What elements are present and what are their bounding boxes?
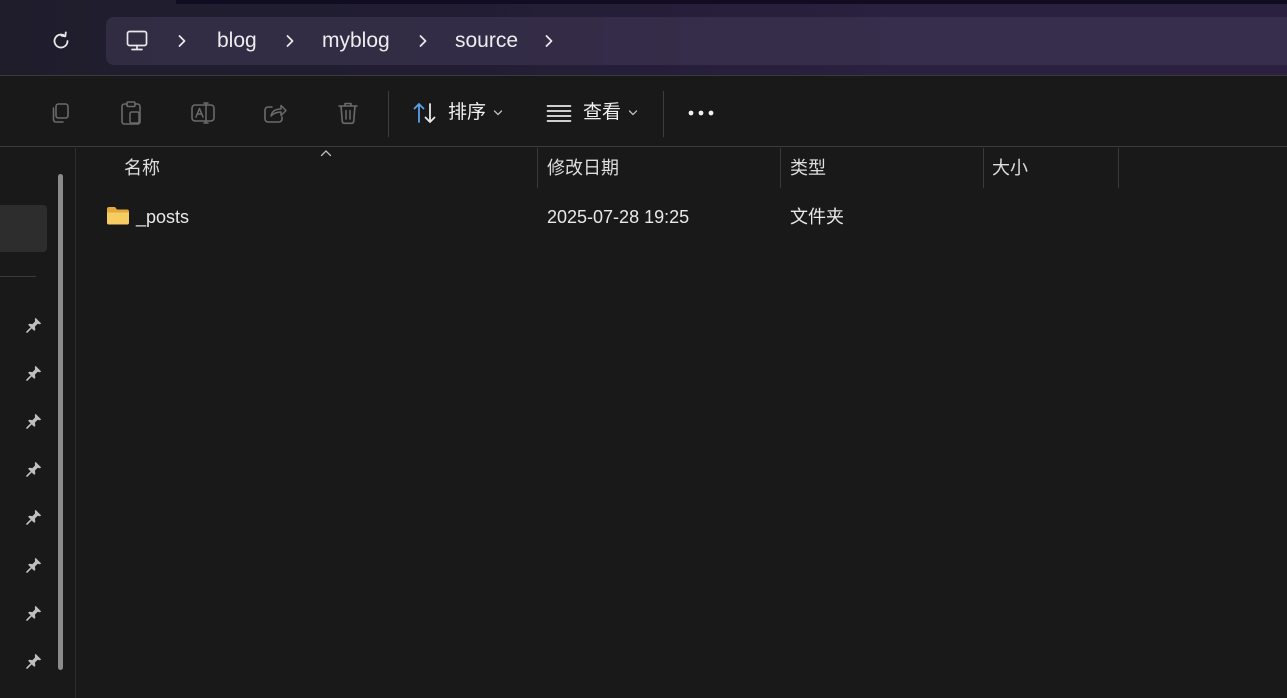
delete-icon bbox=[338, 102, 358, 125]
sort-label: 排序 bbox=[448, 102, 487, 123]
pin-icon[interactable] bbox=[24, 603, 44, 623]
nav-item-selected[interactable] bbox=[0, 205, 47, 252]
rename-button[interactable] bbox=[185, 95, 221, 131]
nav-scrollbar[interactable] bbox=[58, 174, 63, 670]
rename-icon bbox=[191, 102, 215, 124]
paste-button[interactable] bbox=[113, 95, 149, 131]
column-divider[interactable] bbox=[983, 148, 984, 188]
pin-icon[interactable] bbox=[24, 459, 44, 479]
chevron-right-icon[interactable] bbox=[539, 31, 559, 51]
delete-button[interactable] bbox=[330, 95, 366, 131]
more-icon bbox=[688, 110, 714, 116]
chevron-right-icon[interactable] bbox=[413, 31, 433, 51]
column-header-type[interactable]: 类型 bbox=[790, 148, 826, 188]
pin-icon[interactable] bbox=[24, 507, 44, 527]
paste-icon bbox=[121, 101, 141, 125]
computer-icon bbox=[126, 30, 148, 51]
sort-button[interactable]: 排序 bbox=[404, 91, 514, 135]
chevron-right-icon[interactable] bbox=[280, 31, 300, 51]
address-region: blog myblog source bbox=[0, 0, 1287, 76]
column-divider[interactable] bbox=[1118, 148, 1119, 188]
column-header-size[interactable]: 大小 bbox=[992, 148, 1028, 188]
file-type: 文件夹 bbox=[790, 207, 844, 227]
column-divider[interactable] bbox=[537, 148, 538, 188]
file-row[interactable]: _posts 2025-07-28 19:25 文件夹 bbox=[97, 196, 1277, 236]
pin-icon[interactable] bbox=[24, 651, 44, 671]
chevron-down-icon bbox=[628, 110, 638, 116]
breadcrumb-source[interactable]: source bbox=[455, 29, 518, 53]
pin-icon[interactable] bbox=[24, 411, 44, 431]
column-header-modified[interactable]: 修改日期 bbox=[547, 148, 619, 188]
file-name: _posts bbox=[136, 207, 190, 227]
refresh-icon bbox=[53, 31, 69, 49]
toolbar-divider bbox=[663, 91, 664, 137]
folder-icon bbox=[107, 207, 129, 225]
column-divider[interactable] bbox=[780, 148, 781, 188]
nav-divider bbox=[0, 276, 36, 277]
chevron-right-icon[interactable] bbox=[172, 31, 192, 51]
navigation-pane bbox=[0, 148, 76, 698]
view-list-icon bbox=[546, 105, 572, 122]
sort-icon bbox=[413, 103, 436, 123]
view-label: 查看 bbox=[583, 102, 622, 123]
breadcrumb-myblog[interactable]: myblog bbox=[322, 29, 390, 53]
pin-icon[interactable] bbox=[24, 315, 44, 335]
refresh-button[interactable] bbox=[44, 24, 78, 58]
file-list: 名称 修改日期 类型 大小 _posts 2025-07-28 19:25 文件… bbox=[77, 148, 1287, 698]
window-top-strip bbox=[176, 0, 1287, 4]
breadcrumb-blog[interactable]: blog bbox=[217, 29, 257, 53]
chevron-down-icon bbox=[493, 110, 503, 116]
share-button[interactable] bbox=[257, 95, 293, 131]
copy-button[interactable] bbox=[42, 95, 78, 131]
copy-icon bbox=[52, 103, 69, 123]
address-bar[interactable]: blog myblog source bbox=[106, 17, 1287, 65]
view-button[interactable]: 查看 bbox=[538, 91, 648, 135]
sort-ascending-icon bbox=[320, 150, 332, 157]
more-options-button[interactable] bbox=[683, 95, 719, 131]
share-icon bbox=[264, 104, 287, 123]
pin-icon[interactable] bbox=[24, 555, 44, 575]
file-modified: 2025-07-28 19:25 bbox=[547, 207, 690, 227]
column-header-name[interactable]: 名称 bbox=[124, 148, 160, 188]
toolbar-divider bbox=[388, 91, 389, 137]
command-bar: 排序 查看 bbox=[0, 77, 1287, 147]
pin-icon[interactable] bbox=[24, 363, 44, 383]
this-pc-crumb[interactable] bbox=[124, 28, 150, 54]
